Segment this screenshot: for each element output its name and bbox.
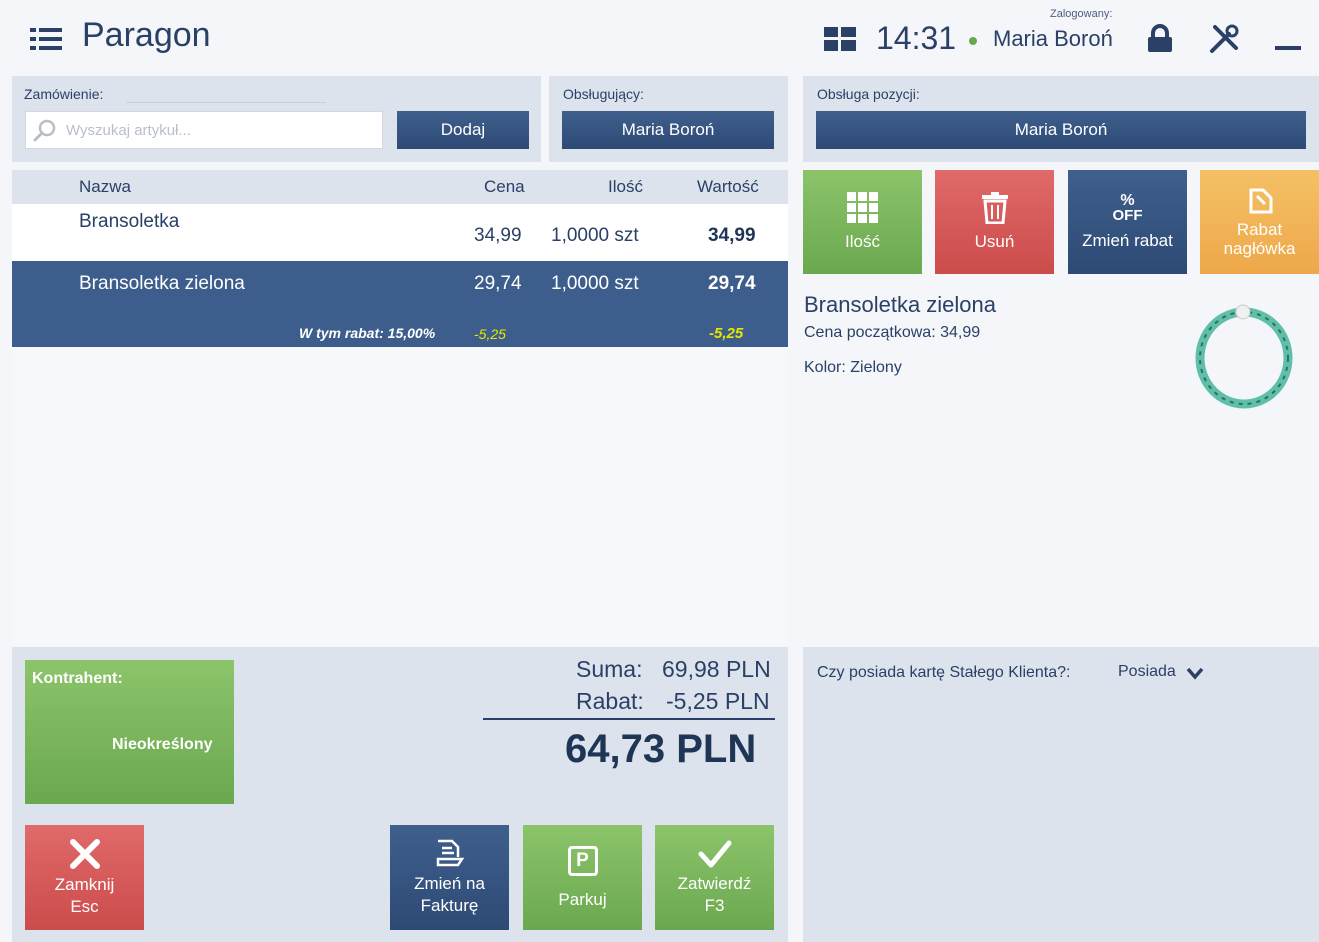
product-color: Kolor: Zielony: [804, 359, 902, 376]
product-image: [1195, 304, 1293, 409]
checkmark-icon: [698, 840, 731, 867]
change-to-invoice-button[interactable]: Zmień na Fakturę: [390, 825, 509, 930]
parking-icon: P: [567, 845, 598, 876]
tools-icon[interactable]: [1207, 22, 1241, 56]
discount-label: W tym rabat: 15,00%: [299, 325, 436, 341]
item-name: Bransoletka: [79, 211, 180, 232]
close-label: Zamknij: [54, 874, 115, 894]
quantity-button-label: Ilość: [845, 232, 880, 251]
contractor-label: Kontrahent:: [32, 670, 123, 687]
invoice-label-2: Fakturę: [420, 895, 479, 915]
discount-price: -5,25: [474, 326, 506, 342]
sum-value: 69,98 PLN: [662, 656, 771, 682]
waiter-select-button[interactable]: Maria Boroń: [562, 111, 774, 149]
position-service-button[interactable]: Maria Boroń: [816, 111, 1306, 149]
item-value: 34,99: [708, 225, 756, 246]
column-header-price: Cena: [484, 177, 525, 196]
confirm-button[interactable]: Zatwierdź F3: [655, 825, 774, 930]
confirm-shortcut: F3: [704, 895, 725, 915]
close-icon: [69, 838, 100, 869]
item-value: 29,74: [708, 273, 756, 294]
park-label: Parkuj: [558, 889, 607, 909]
grid-icon: [846, 192, 878, 223]
sum-label: Suma:: [576, 656, 643, 682]
header-discount-label-2: nagłówka: [1223, 239, 1296, 258]
tag-edit-icon: [1249, 188, 1272, 214]
invoice-label-1: Zmień na: [414, 873, 485, 893]
product-base-price: Cena początkowa: 34,99: [804, 324, 981, 341]
chevron-down-icon[interactable]: [1186, 665, 1204, 681]
item-price: 29,74: [474, 273, 522, 294]
search-placeholder: Wyszukaj artykuł...: [66, 122, 191, 139]
contractor-value: Nieokreślony: [112, 736, 213, 753]
item-qty: 1,0000 szt: [551, 225, 639, 246]
column-header-value: Wartość: [697, 177, 759, 196]
column-header-name: Nazwa: [79, 177, 131, 196]
attributes-panel: [803, 647, 1319, 942]
close-shortcut: Esc: [70, 896, 99, 916]
order-field-underline[interactable]: [126, 102, 326, 103]
online-status-dot: [969, 37, 977, 45]
discount-total-value: -5,25 PLN: [666, 688, 770, 714]
park-button[interactable]: P Parkuj: [523, 825, 642, 930]
discount-total-label: Rabat:: [576, 688, 644, 714]
grand-total: 64,73 PLN: [565, 727, 757, 771]
loyalty-card-select[interactable]: Posiada: [1118, 663, 1176, 681]
delete-button[interactable]: Usuń: [935, 170, 1054, 274]
page-title: Paragon: [82, 16, 211, 54]
clock: 14:31: [876, 20, 957, 56]
trash-icon: [981, 192, 1008, 224]
delete-button-label: Usuń: [974, 232, 1015, 251]
column-header-qty: Ilość: [608, 177, 643, 196]
logged-in-caption: Zalogowany:: [1050, 8, 1113, 20]
summary-divider: [483, 718, 775, 720]
logged-user-name[interactable]: Maria Boroń: [993, 26, 1113, 52]
item-price: 34,99: [474, 225, 522, 246]
items-list-empty-area: [12, 347, 788, 645]
change-discount-label: Zmień rabat: [1082, 231, 1173, 250]
search-icon: [33, 119, 56, 142]
menu-icon[interactable]: [30, 28, 62, 50]
header-discount-label-1: Rabat: [1236, 220, 1283, 239]
position-service-label: Obsługa pozycji:: [817, 86, 920, 102]
change-discount-button[interactable]: % OFF Zmień rabat: [1068, 170, 1187, 274]
item-qty: 1,0000 szt: [551, 273, 639, 294]
discount-value: -5,25: [709, 325, 744, 342]
lock-icon[interactable]: [1145, 24, 1175, 54]
product-name: Bransoletka zielona: [804, 292, 997, 317]
close-button[interactable]: Zamknij Esc: [25, 825, 144, 930]
percent-off-icon: % OFF: [1112, 192, 1143, 224]
add-button[interactable]: Dodaj: [397, 111, 529, 149]
item-name: Bransoletka zielona: [79, 273, 245, 294]
confirm-label: Zatwierdź: [677, 873, 752, 893]
loyalty-card-question: Czy posiada kartę Stałego Klienta?:: [817, 664, 1071, 681]
waiter-label: Obsługujący:: [563, 86, 644, 102]
quantity-button[interactable]: Ilość: [803, 170, 922, 274]
invoice-icon: [436, 839, 464, 866]
minimize-icon[interactable]: [1275, 46, 1301, 50]
apps-grid-icon[interactable]: [824, 27, 856, 51]
header-discount-button[interactable]: Rabat nagłówka: [1200, 170, 1319, 274]
order-label: Zamówienie:: [24, 86, 104, 102]
